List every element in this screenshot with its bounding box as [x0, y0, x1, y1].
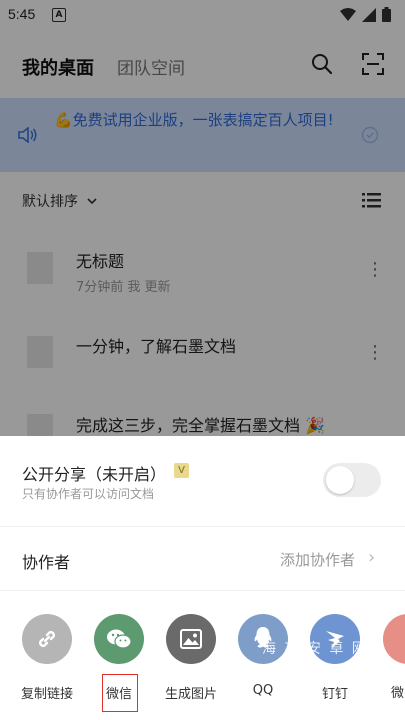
collaborators-label: 协作者 — [22, 553, 71, 572]
divider — [0, 526, 405, 527]
public-share-title: 公开分享（未开启） — [22, 465, 167, 484]
public-share-subtitle: 只有协作者可以访问文档 — [22, 487, 155, 501]
share-label: 生成图片 — [164, 687, 217, 702]
watermark: 海 花 安 卓 网 — [262, 641, 368, 657]
chevron-right-icon[interactable]: › — [368, 547, 375, 568]
wechat-icon — [94, 614, 144, 664]
image-icon — [166, 614, 216, 664]
share-label: 微 — [391, 686, 405, 701]
share-label: 钉钉 — [321, 687, 348, 702]
share-label: QQ — [252, 683, 274, 698]
copy-link-button[interactable]: 复制链接 — [17, 614, 77, 702]
divider — [0, 590, 405, 591]
modal-overlay[interactable] — [0, 0, 405, 436]
weibo-icon — [383, 614, 405, 664]
toggle-knob — [326, 466, 354, 494]
dingtalk-button[interactable]: 钉钉 — [305, 614, 365, 702]
share-label: 复制链接 — [20, 687, 73, 702]
weibo-button[interactable]: 微 — [377, 614, 405, 704]
vip-badge: V — [174, 463, 189, 478]
add-collaborator-button[interactable]: 添加协作者 — [280, 549, 355, 570]
highlight-box — [102, 674, 138, 712]
generate-image-button[interactable]: 生成图片 — [161, 614, 221, 702]
link-icon — [22, 614, 72, 664]
